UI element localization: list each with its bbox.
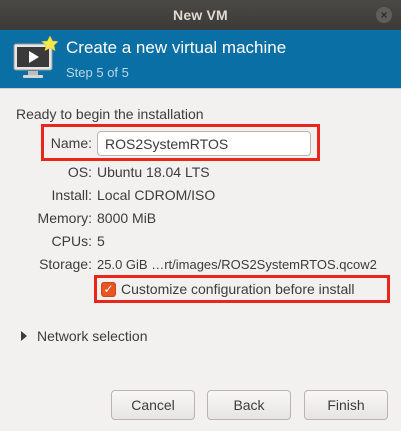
banner-step: Step 5 of 5 (66, 65, 129, 80)
memory-label: Memory: (37, 210, 92, 226)
title-bar: New VM × (0, 0, 401, 30)
banner-title: Create a new virtual machine (66, 38, 287, 57)
customize-label[interactable]: Customize configuration before install (121, 281, 354, 297)
expander-arrow-icon[interactable] (21, 331, 27, 341)
cpus-label: CPUs: (51, 233, 92, 249)
os-label: OS: (67, 164, 92, 180)
install-value: Local CDROM/ISO (97, 187, 216, 203)
finish-button[interactable]: Finish (304, 390, 388, 420)
memory-value: 8000 MiB (97, 210, 157, 226)
network-selection-expander[interactable]: Network selection (37, 328, 148, 344)
cpus-value: 5 (97, 233, 105, 249)
close-icon[interactable]: × (376, 7, 392, 23)
customize-checkbox[interactable]: ✓ (101, 282, 116, 297)
name-field[interactable]: ROS2SystemRTOS (97, 131, 311, 156)
cancel-button[interactable]: Cancel (111, 390, 195, 420)
banner-divider (0, 88, 401, 89)
os-value: Ubuntu 18.04 LTS (97, 164, 210, 180)
install-label: Install: (51, 187, 92, 203)
monitor-with-star-icon (13, 36, 58, 78)
wizard-banner: Create a new virtual machine Step 5 of 5 (0, 30, 401, 88)
storage-label: Storage: (39, 256, 92, 272)
back-button[interactable]: Back (207, 390, 291, 420)
window-title: New VM (173, 7, 228, 23)
name-label: Name: (50, 135, 92, 151)
storage-value: 25.0 GiB …rt/images/ROS2SystemRTOS.qcow2 (97, 257, 377, 272)
intro-text: Ready to begin the installation (16, 106, 204, 122)
